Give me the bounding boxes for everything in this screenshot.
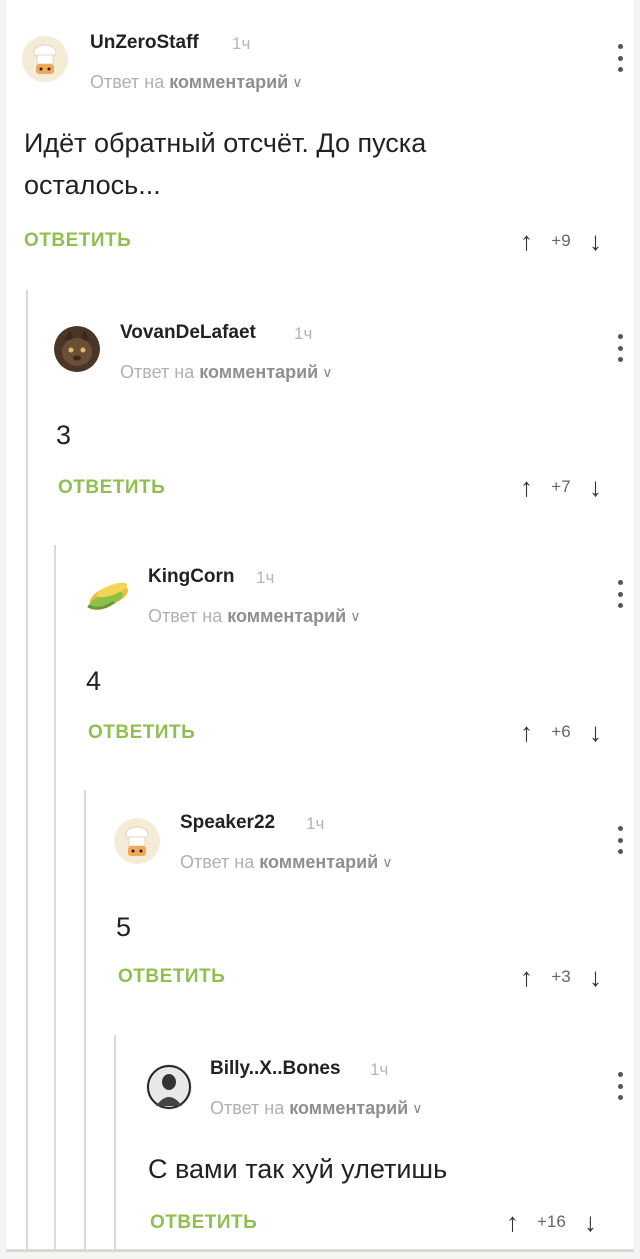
more-menu-icon[interactable] — [614, 334, 626, 362]
more-menu-icon[interactable] — [614, 1072, 626, 1100]
downvote-arrow-icon[interactable]: ↓ — [584, 1209, 597, 1235]
reply-to-link[interactable]: Ответ на комментарий ∨ — [148, 606, 360, 627]
reply-to-prefix: Ответ на — [148, 606, 223, 626]
chef-hat-avatar[interactable] — [22, 36, 68, 82]
thread-line — [84, 790, 86, 1252]
comment-score: +3 — [551, 967, 571, 986]
thread-line — [54, 545, 56, 1252]
reply-button[interactable]: ОТВЕТИТЬ — [24, 230, 131, 252]
more-menu-icon[interactable] — [614, 826, 626, 854]
chevron-down-icon: ∨ — [382, 854, 393, 870]
reply-to-link[interactable]: Ответ на комментарий ∨ — [210, 1098, 422, 1119]
comment-score: +7 — [551, 477, 571, 496]
vote-controls: ↑ +7 ↓ — [520, 472, 602, 502]
reply-to-target: комментарий — [199, 362, 319, 382]
comment-text: 4 — [86, 666, 102, 696]
thread-line — [26, 290, 28, 1252]
comment-score: +9 — [551, 231, 571, 250]
comment-username[interactable]: VovanDeLafaet — [120, 322, 256, 344]
upvote-arrow-icon[interactable]: ↑ — [520, 474, 533, 500]
reply-to-prefix: Ответ на — [120, 362, 195, 382]
reply-to-prefix: Ответ на — [210, 1098, 285, 1118]
comment-text: 3 — [56, 420, 72, 450]
comments-panel: UnZeroStaff 1ч Ответ на комментарий ∨ Идё… — [6, 0, 634, 1252]
comment-time: 1ч — [370, 1060, 389, 1079]
comment-username[interactable]: Speaker22 — [180, 812, 275, 834]
upvote-arrow-icon[interactable]: ↑ — [520, 964, 533, 990]
reply-to-link[interactable]: Ответ на комментарий ∨ — [90, 72, 302, 93]
more-menu-icon[interactable] — [614, 580, 626, 608]
upvote-arrow-icon[interactable]: ↑ — [506, 1209, 519, 1235]
reply-to-link[interactable]: Ответ на комментарий ∨ — [120, 362, 332, 383]
chevron-down-icon: ∨ — [412, 1100, 423, 1116]
vote-controls: ↑ +3 ↓ — [520, 962, 602, 992]
comment-username[interactable]: KingCorn — [148, 566, 235, 588]
comment-text: 5 — [116, 912, 132, 942]
more-menu-icon[interactable] — [614, 44, 626, 72]
vote-controls: ↑ +16 ↓ — [506, 1207, 597, 1237]
reply-button[interactable]: ОТВЕТИТЬ — [58, 477, 165, 499]
thread-line — [114, 1035, 116, 1252]
comment-time: 1ч — [232, 34, 251, 53]
comment-time: 1ч — [256, 568, 275, 587]
reply-to-target: комментарий — [289, 1098, 409, 1118]
comment-score: +6 — [551, 722, 571, 741]
comment-username[interactable]: UnZeroStaff — [90, 32, 199, 54]
chevron-down-icon: ∨ — [292, 74, 303, 90]
cat-avatar[interactable] — [54, 326, 100, 372]
reply-to-target: комментарий — [169, 72, 289, 92]
comment-text: С вами так хуй улетишь — [148, 1154, 448, 1184]
reply-to-prefix: Ответ на — [180, 852, 255, 872]
corn-avatar[interactable] — [84, 572, 130, 618]
reply-to-target: комментарий — [227, 606, 347, 626]
chef-hat-avatar[interactable] — [114, 818, 160, 864]
reply-to-link[interactable]: Ответ на комментарий ∨ — [180, 852, 392, 873]
upvote-arrow-icon[interactable]: ↑ — [520, 228, 533, 254]
comment-text: Идёт обратный отсчёт. До пуска осталось.… — [24, 128, 427, 200]
comment-username[interactable]: Billy..X..Bones — [210, 1058, 341, 1080]
comment-score: +16 — [537, 1212, 566, 1231]
reply-button[interactable]: ОТВЕТИТЬ — [88, 722, 195, 744]
comment-time: 1ч — [294, 324, 313, 343]
chevron-down-icon: ∨ — [350, 608, 361, 624]
reply-button[interactable]: ОТВЕТИТЬ — [150, 1212, 257, 1234]
reply-button[interactable]: ОТВЕТИТЬ — [118, 966, 225, 988]
downvote-arrow-icon[interactable]: ↓ — [589, 474, 602, 500]
reply-to-prefix: Ответ на — [90, 72, 165, 92]
downvote-arrow-icon[interactable]: ↓ — [589, 719, 602, 745]
downvote-arrow-icon[interactable]: ↓ — [589, 964, 602, 990]
vote-controls: ↑ +9 ↓ — [520, 226, 602, 256]
reply-to-target: комментарий — [259, 852, 379, 872]
downvote-arrow-icon[interactable]: ↓ — [589, 228, 602, 254]
vote-controls: ↑ +6 ↓ — [520, 717, 602, 747]
chevron-down-icon: ∨ — [322, 364, 333, 380]
comment-time: 1ч — [306, 814, 325, 833]
upvote-arrow-icon[interactable]: ↑ — [520, 719, 533, 745]
portrait-avatar[interactable] — [146, 1064, 192, 1110]
